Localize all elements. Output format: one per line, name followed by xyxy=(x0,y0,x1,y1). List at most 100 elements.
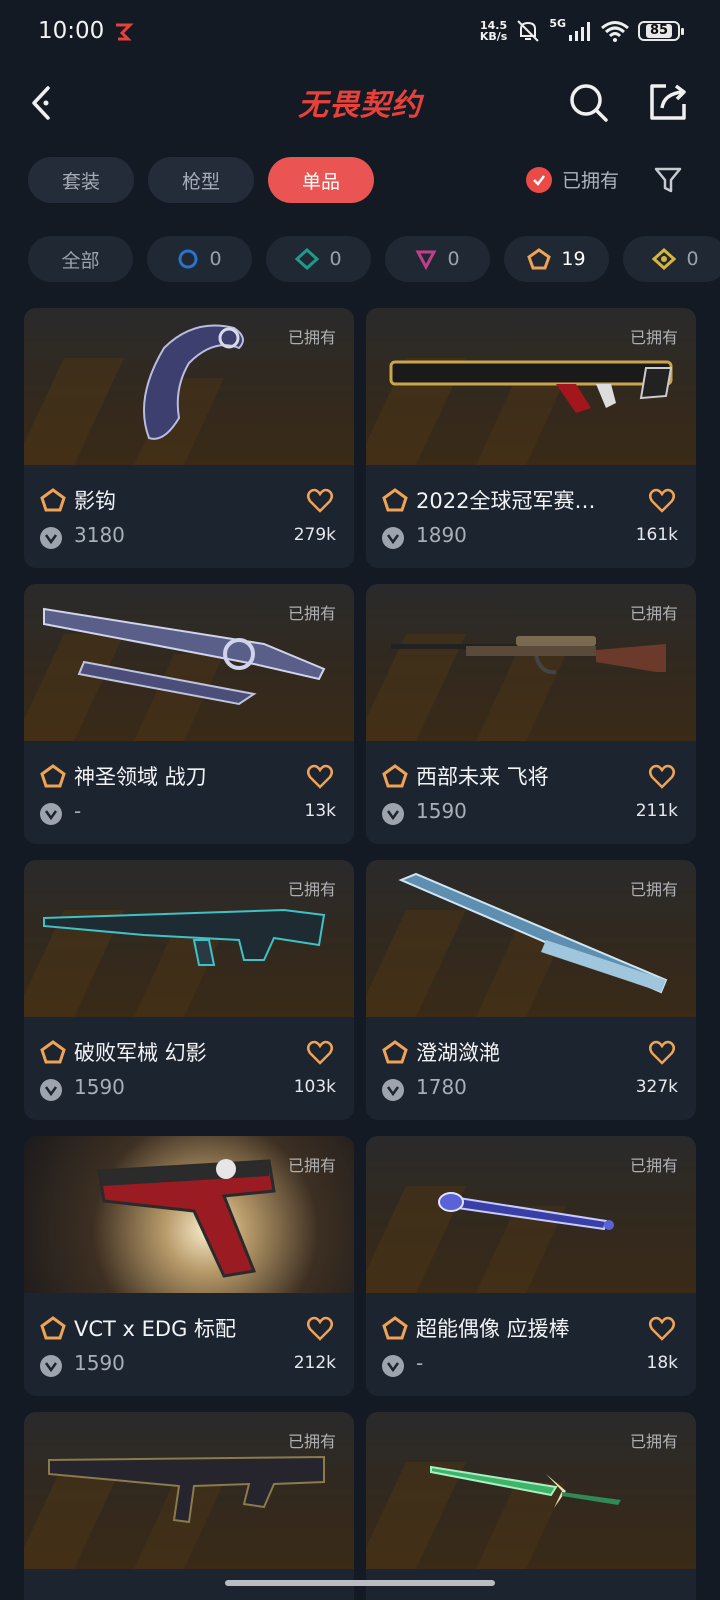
rarity-chip-exclusive[interactable]: 19 xyxy=(504,236,609,282)
item-info: 西部未来 飞将 1590 211k xyxy=(366,741,696,844)
wifi-icon xyxy=(601,21,629,42)
rarity-chip-select[interactable]: 0 xyxy=(147,236,252,282)
vp-currency-icon xyxy=(40,1355,62,1377)
rarity-chip-all[interactable]: 全部 xyxy=(28,236,133,282)
vp-currency-icon xyxy=(40,803,62,825)
premium-tier-icon xyxy=(415,250,437,270)
heart-icon[interactable] xyxy=(648,1315,676,1343)
heart-icon[interactable] xyxy=(306,763,334,791)
cell-signal-icon xyxy=(569,22,590,41)
network-speed: 14.5 KB/s xyxy=(479,19,508,43)
exclusive-tier-icon xyxy=(40,764,66,788)
item-likes: 327k xyxy=(635,1077,678,1097)
item-image: 已拥有 xyxy=(366,1412,696,1569)
item-card[interactable]: 已拥有 澄湖潋滟 1780 327k xyxy=(366,860,696,1120)
karambit-image xyxy=(143,324,244,440)
app-header: 无畏契约 xyxy=(0,66,720,140)
item-price: 1590 xyxy=(74,1351,125,1375)
exclusive-tier-icon xyxy=(382,488,408,512)
item-price: 1890 xyxy=(416,523,467,547)
item-info: 破败军械 幻影 1590 103k xyxy=(24,1017,354,1120)
item-name: 2022全球冠军赛… xyxy=(416,489,596,513)
mute-bell-icon xyxy=(517,20,540,42)
ultra-tier-icon xyxy=(652,248,677,270)
item-info: 2022全球冠军赛… 1890 161k xyxy=(366,465,696,568)
rarity-chip-label: 全部 xyxy=(61,249,100,272)
app-notification-icon xyxy=(116,23,134,41)
item-image: 已拥有 xyxy=(366,1136,696,1293)
item-price: 1780 xyxy=(416,1075,467,1099)
item-likes: 279k xyxy=(293,525,336,545)
heart-icon[interactable] xyxy=(306,487,334,515)
heart-icon[interactable] xyxy=(306,1315,334,1343)
item-info: VCT x EDG 标配 1590 212k xyxy=(24,1293,354,1396)
item-name: VCT x EDG 标配 xyxy=(74,1317,237,1341)
blade-image xyxy=(43,607,326,706)
item-price: 1590 xyxy=(416,799,467,823)
search-icon[interactable] xyxy=(566,80,610,124)
deluxe-tier-icon xyxy=(295,248,320,270)
rarity-chip-count: 0 xyxy=(329,248,342,270)
heart-icon[interactable] xyxy=(648,1039,676,1067)
category-tabs: 套装 枪型 单品 xyxy=(28,157,374,203)
phantom-rifle-image xyxy=(43,908,326,966)
item-image: 已拥有 xyxy=(24,1412,354,1569)
rarity-chip-count: 0 xyxy=(209,248,222,270)
item-card[interactable]: 已拥有 xyxy=(366,1412,696,1600)
glowstick-image xyxy=(438,1192,614,1231)
exclusive-tier-icon xyxy=(40,488,66,512)
knife-image xyxy=(430,1465,621,1508)
heart-icon[interactable] xyxy=(648,487,676,515)
check-icon xyxy=(526,166,552,193)
vp-currency-icon xyxy=(382,1355,404,1377)
item-name: 破败军械 幻影 xyxy=(74,1041,207,1065)
rarity-chip-count: 0 xyxy=(686,248,699,270)
smg-image xyxy=(48,1455,325,1524)
item-card[interactable]: 已拥有 超能偶像 应援棒 - 18k xyxy=(366,1136,696,1396)
item-image: 已拥有 xyxy=(366,308,696,465)
item-name: 超能偶像 应援棒 xyxy=(416,1317,570,1341)
item-name: 西部未来 飞将 xyxy=(416,765,549,789)
exclusive-tier-icon xyxy=(40,1316,66,1340)
status-bar: 10:00 14.5 KB/s 5G 85 xyxy=(0,0,720,66)
heart-icon[interactable] xyxy=(306,1039,334,1067)
rarity-filter-row: 全部 0 0 0 19 0 xyxy=(28,236,720,282)
home-indicator[interactable] xyxy=(225,1580,495,1586)
owned-filter-label: 已拥有 xyxy=(562,170,620,192)
item-card[interactable]: 已拥有 破败军械 幻影 1590 103k xyxy=(24,860,354,1120)
tab-single-items[interactable]: 单品 xyxy=(268,157,374,203)
rarity-chip-ultra[interactable]: 0 xyxy=(623,236,720,282)
item-price: - xyxy=(74,799,82,823)
item-price: - xyxy=(416,1351,424,1375)
item-image: 已拥有 xyxy=(24,584,354,741)
item-likes: 211k xyxy=(635,801,678,821)
owned-filter-toggle[interactable]: 已拥有 xyxy=(526,166,619,193)
rarity-chip-premium[interactable]: 0 xyxy=(385,236,490,282)
rarity-chip-deluxe[interactable]: 0 xyxy=(266,236,371,282)
share-icon[interactable] xyxy=(646,80,690,124)
item-name: 影钩 xyxy=(74,489,116,513)
heart-icon[interactable] xyxy=(648,763,676,791)
item-image: 已拥有 xyxy=(24,1136,354,1293)
status-icons: 14.5 KB/s 5G 85 xyxy=(479,17,684,44)
item-card[interactable]: 已拥有 神圣领域 战刀 - 13k xyxy=(24,584,354,844)
item-card[interactable]: 已拥有 西部未来 飞将 1590 211k xyxy=(366,584,696,844)
battery-indicator: 85 xyxy=(638,21,684,41)
item-image: 已拥有 xyxy=(366,584,696,741)
item-card[interactable]: 已拥有 2022全球冠军赛… 1890 161k xyxy=(366,308,696,568)
rarity-chip-count: 19 xyxy=(561,248,586,270)
filter-icon[interactable] xyxy=(652,164,684,196)
tab-weapon-type[interactable]: 枪型 xyxy=(148,157,254,203)
item-info: 超能偶像 应援棒 - 18k xyxy=(366,1293,696,1396)
item-name: 澄湖潋滟 xyxy=(416,1041,500,1065)
vp-currency-icon xyxy=(40,1079,62,1101)
item-card[interactable]: 已拥有 xyxy=(24,1412,354,1600)
exclusive-tier-icon xyxy=(382,1316,408,1340)
tab-bundles[interactable]: 套装 xyxy=(28,157,134,203)
rarity-chip-count: 0 xyxy=(447,248,460,270)
item-likes: 103k xyxy=(293,1077,336,1097)
page-title: 无畏契约 xyxy=(298,88,422,123)
item-card[interactable]: 已拥有 VCT x EDG 标配 1590 212k xyxy=(24,1136,354,1396)
pistol-image xyxy=(97,1159,276,1278)
item-card[interactable]: 已拥有 影钩 3180 279k xyxy=(24,308,354,568)
